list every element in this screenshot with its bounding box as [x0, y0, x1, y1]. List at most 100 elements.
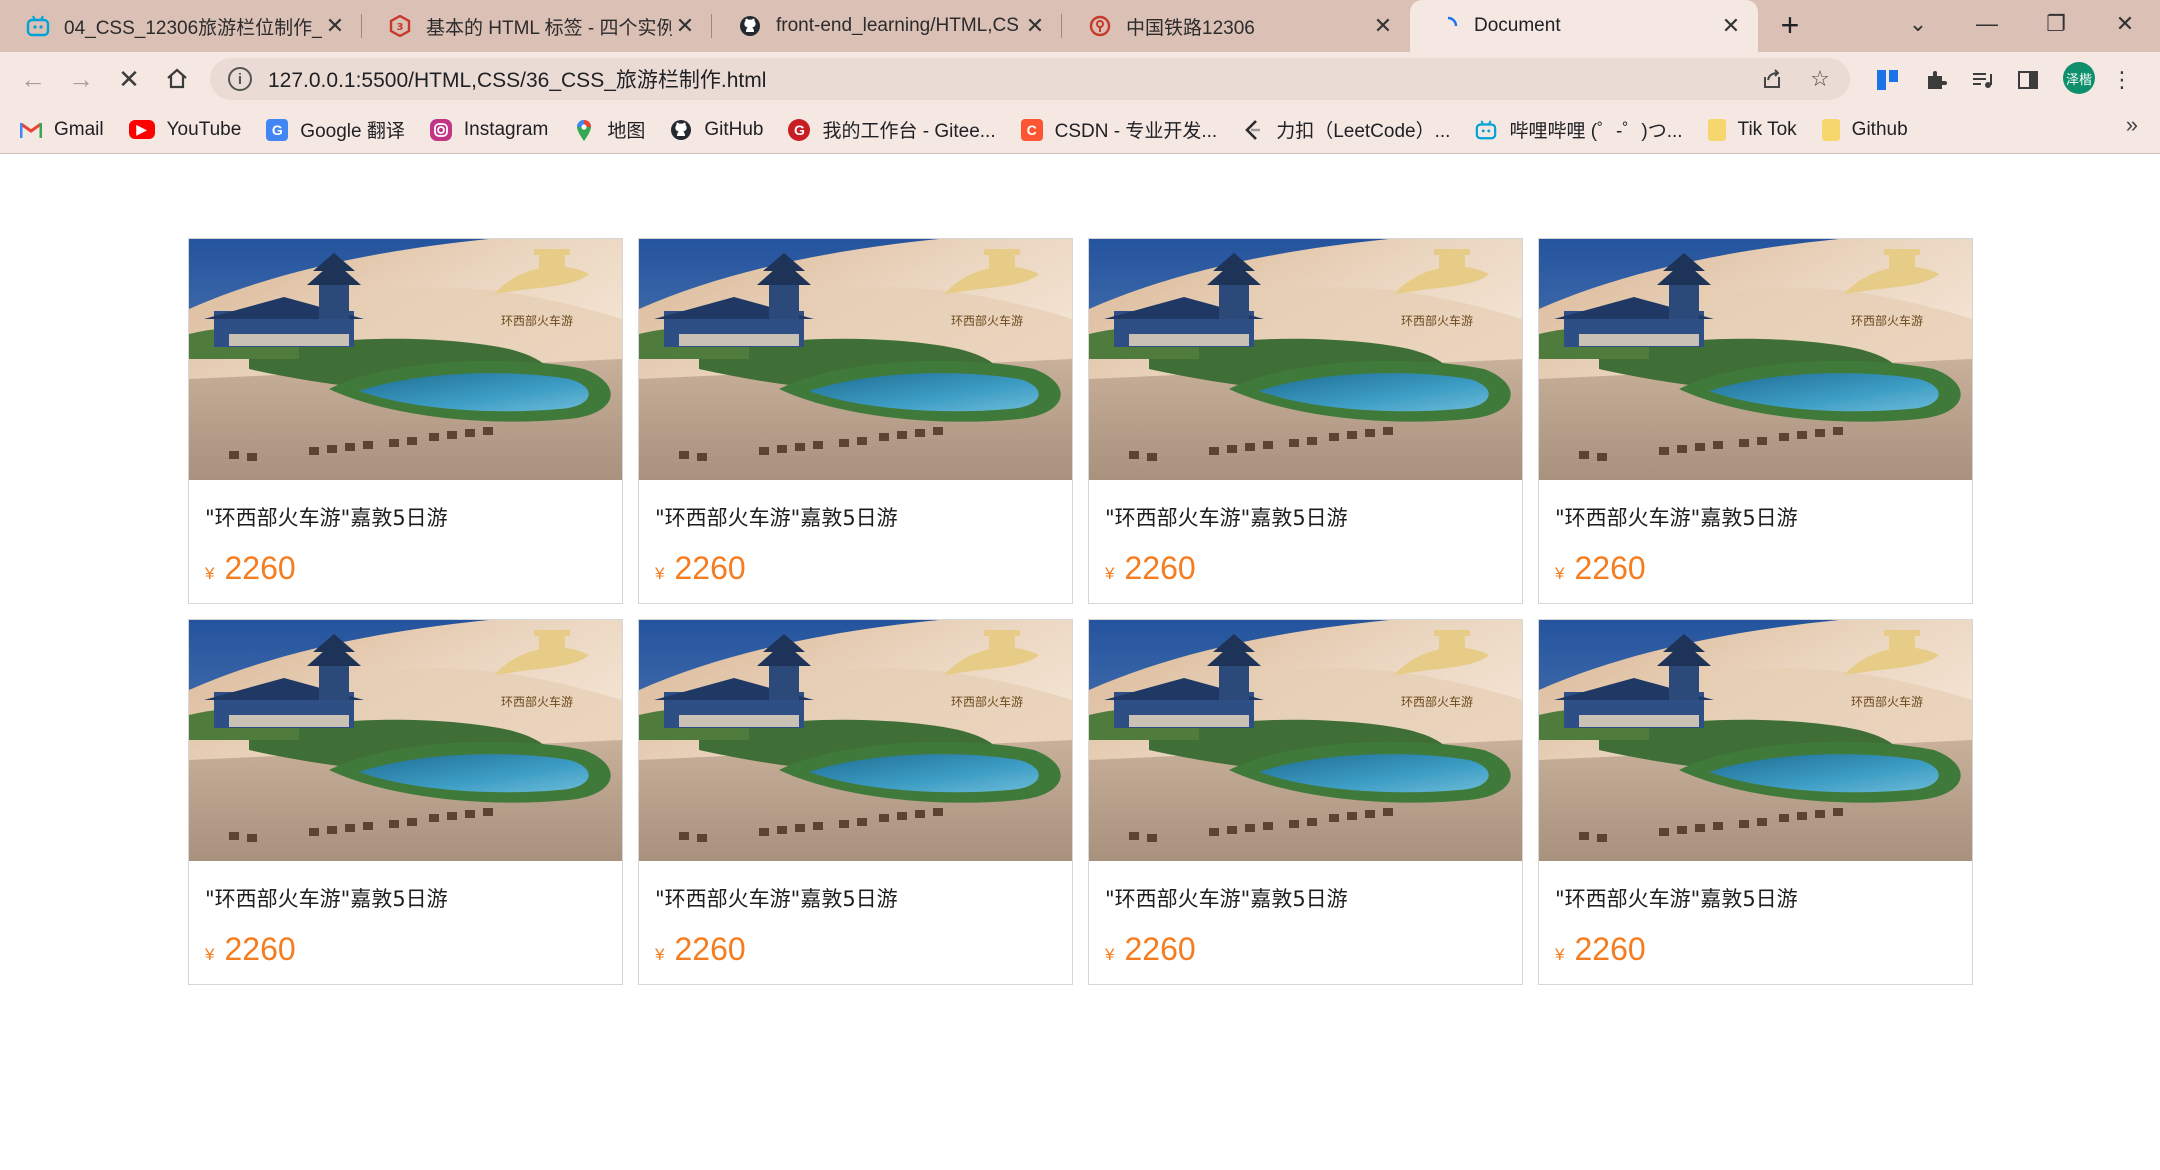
- currency-symbol: ¥: [1555, 945, 1565, 964]
- tour-card[interactable]: 环西部火车游 "环西部火车游"嘉敦5日游 ¥ 2260: [188, 238, 623, 604]
- price-amount: 2260: [1124, 931, 1196, 967]
- folder-icon: [1821, 118, 1840, 141]
- tour-photo[interactable]: 环西部火车游: [1539, 620, 1972, 861]
- bookmark-label: 我的工作台 - Gitee...: [822, 121, 996, 142]
- tour-photo[interactable]: 环西部火车游: [639, 239, 1072, 480]
- url-text[interactable]: 127.0.0.1:5500/HTML,CSS/36_CSS_旅游栏制作.htm…: [268, 64, 1754, 94]
- minimize-button[interactable]: —: [1955, 4, 2019, 44]
- tab-bilibili-course[interactable]: 04_CSS_12306旅游栏位制作_哔 ✕: [0, 4, 362, 48]
- side-panel-icon[interactable]: [2012, 64, 2044, 96]
- close-icon[interactable]: ✕: [1718, 13, 1744, 39]
- bookmark-leetcode[interactable]: 力扣（LeetCode）...: [1242, 116, 1450, 143]
- currency-symbol: ¥: [1105, 564, 1115, 583]
- bookmark-label: 地图: [607, 121, 646, 142]
- currency-symbol: ¥: [205, 564, 215, 583]
- tour-photo[interactable]: 环西部火车游: [189, 620, 622, 861]
- translate-extension-icon[interactable]: [1872, 64, 1904, 96]
- tab-12306[interactable]: 中国铁路12306 ✕: [1062, 4, 1410, 48]
- bookmark-label: Instagram: [463, 118, 549, 140]
- tab-document[interactable]: Document ✕: [1410, 0, 1758, 52]
- price-amount: 2260: [674, 550, 746, 586]
- close-icon[interactable]: ✕: [1022, 13, 1048, 39]
- gmail-icon: [20, 119, 42, 141]
- tour-photo[interactable]: 环西部火车游: [1089, 239, 1522, 480]
- tab-title: 中国铁路12306: [1126, 17, 1255, 39]
- instagram-icon: [429, 118, 452, 141]
- tab-title: front-end_learning/HTML,CS: [776, 15, 1019, 36]
- tour-title[interactable]: "环西部火车游"嘉敦5日游: [1105, 502, 1522, 530]
- tour-card[interactable]: 环西部火车游 "环西部火车游"嘉敦5日游 ¥ 2260: [638, 238, 1073, 604]
- site-info-icon[interactable]: i: [228, 67, 252, 91]
- tour-card[interactable]: 环西部火车游 "环西部火车游"嘉敦5日游 ¥ 2260: [1088, 619, 1523, 985]
- forward-button[interactable]: →: [62, 60, 100, 98]
- bilibili-icon: [26, 14, 50, 38]
- bookmark-github[interactable]: GitHub: [670, 119, 763, 141]
- github-icon: [670, 119, 692, 141]
- bookmark-bilibili[interactable]: 哔哩哔哩 (゜-゜)つ...: [1475, 116, 1683, 143]
- bookmark-label: YouTube: [166, 118, 242, 140]
- bookmark-label: CSDN - 专业开发...: [1054, 121, 1218, 142]
- tour-photo[interactable]: 环西部火车游: [639, 620, 1072, 861]
- tour-card[interactable]: 环西部火车游 "环西部火车游"嘉敦5日游 ¥ 2260: [1538, 238, 1973, 604]
- new-tab-button[interactable]: +: [1772, 8, 1808, 44]
- tour-title[interactable]: "环西部火车游"嘉敦5日游: [205, 502, 622, 530]
- tour-title[interactable]: "环西部火车游"嘉敦5日游: [205, 883, 622, 911]
- price-amount: 2260: [224, 931, 296, 967]
- tour-title[interactable]: "环西部火车游"嘉敦5日游: [1555, 502, 1972, 530]
- bookmark-gitee[interactable]: G 我的工作台 - Gitee...: [788, 116, 996, 143]
- avatar[interactable]: 泽楷: [2063, 62, 2095, 94]
- bookmark-youtube[interactable]: ▶ YouTube: [128, 118, 242, 141]
- bookmark-label: Github: [1851, 118, 1908, 140]
- tour-card[interactable]: 环西部火车游 "环西部火车游"嘉敦5日游 ¥ 2260: [1538, 619, 1973, 985]
- menu-kebab-icon[interactable]: ⋮: [2106, 64, 2138, 96]
- photo-caption: 环西部火车游: [501, 694, 573, 709]
- share-icon[interactable]: [1754, 61, 1790, 97]
- bookmark-instagram[interactable]: Instagram: [429, 118, 549, 141]
- currency-symbol: ¥: [655, 564, 665, 583]
- bookmarks-overflow-button[interactable]: »: [2126, 112, 2138, 138]
- tour-photo[interactable]: 环西部火车游: [1089, 620, 1522, 861]
- extensions-puzzle-icon[interactable]: [1920, 64, 1952, 96]
- bookmark-label: Google 翻译: [300, 121, 405, 142]
- bookmark-gmail[interactable]: Gmail: [20, 119, 104, 141]
- tab-github[interactable]: front-end_learning/HTML,CS ✕: [712, 4, 1062, 48]
- tour-photo[interactable]: 环西部火车游: [189, 239, 622, 480]
- leetcode-icon: [1242, 119, 1264, 141]
- close-icon[interactable]: ✕: [1370, 13, 1396, 39]
- currency-symbol: ¥: [205, 945, 215, 964]
- tour-grid: 环西部火车游 "环西部火车游"嘉敦5日游 ¥ 2260 环西部火车游 "环西部火…: [188, 238, 1974, 985]
- tour-card[interactable]: 环西部火车游 "环西部火车游"嘉敦5日游 ¥ 2260: [1088, 238, 1523, 604]
- gitee-icon: G: [788, 118, 811, 141]
- photo-caption: 环西部火车游: [1401, 694, 1473, 709]
- close-icon[interactable]: ✕: [322, 13, 348, 39]
- window-close-button[interactable]: ✕: [2093, 4, 2157, 44]
- tab-strip: 04_CSS_12306旅游栏位制作_哔 ✕ 3 基本的 HTML 标签 - 四…: [0, 0, 2160, 52]
- bookmark-star-icon[interactable]: ☆: [1802, 61, 1838, 97]
- photo-caption: 环西部火车游: [1851, 313, 1923, 328]
- restore-button[interactable]: ❐: [2024, 4, 2088, 44]
- tour-card[interactable]: 环西部火车游 "环西部火车游"嘉敦5日游 ¥ 2260: [188, 619, 623, 985]
- bookmark-folder-tiktok[interactable]: Tik Tok: [1707, 118, 1797, 141]
- back-button[interactable]: ←: [14, 60, 52, 98]
- tour-price: ¥ 2260: [205, 550, 622, 587]
- stop-loading-button[interactable]: ✕: [110, 60, 148, 98]
- google-translate-icon: G: [266, 118, 289, 141]
- chevron-down-icon[interactable]: ⌄: [1886, 4, 1950, 44]
- tour-title[interactable]: "环西部火车游"嘉敦5日游: [1105, 883, 1522, 911]
- address-bar[interactable]: i 127.0.0.1:5500/HTML,CSS/36_CSS_旅游栏制作.h…: [210, 58, 1850, 100]
- price-amount: 2260: [1574, 931, 1646, 967]
- tour-title[interactable]: "环西部火车游"嘉敦5日游: [655, 502, 1072, 530]
- media-control-icon[interactable]: [1966, 64, 1998, 96]
- tab-w3school[interactable]: 3 基本的 HTML 标签 - 四个实例 ✕: [362, 4, 712, 48]
- bookmark-folder-github[interactable]: Github: [1821, 118, 1908, 141]
- tour-card[interactable]: 环西部火车游 "环西部火车游"嘉敦5日游 ¥ 2260: [638, 619, 1073, 985]
- bookmark-maps[interactable]: 地图: [573, 116, 645, 143]
- close-icon[interactable]: ✕: [672, 13, 698, 39]
- bookmark-csdn[interactable]: C CSDN - 专业开发...: [1020, 116, 1218, 143]
- tour-title[interactable]: "环西部火车游"嘉敦5日游: [1555, 883, 1972, 911]
- bookmark-google-translate[interactable]: G Google 翻译: [266, 116, 405, 143]
- home-icon[interactable]: [158, 60, 196, 98]
- tour-title[interactable]: "环西部火车游"嘉敦5日游: [655, 883, 1072, 911]
- tour-photo[interactable]: 环西部火车游: [1539, 239, 1972, 480]
- bookmark-label: Gmail: [54, 118, 104, 140]
